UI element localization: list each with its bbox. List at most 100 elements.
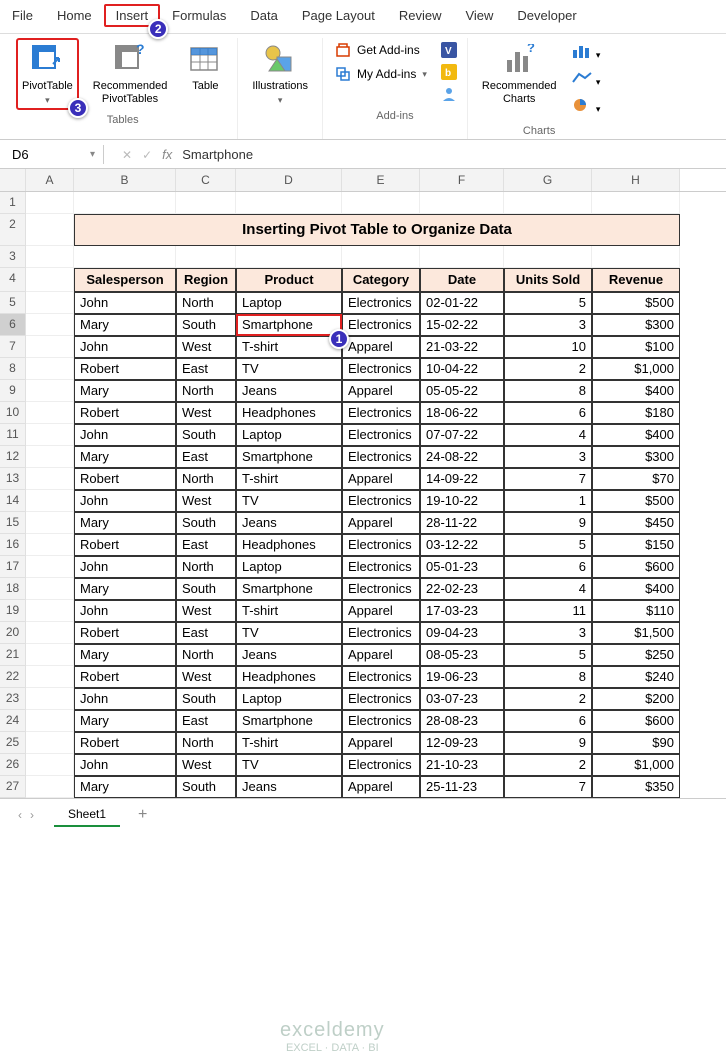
table-cell[interactable]: West (176, 402, 236, 424)
table-cell[interactable]: Smartphone1 (236, 314, 342, 336)
table-cell[interactable]: Jeans (236, 644, 342, 666)
table-cell[interactable]: Electronics (342, 710, 420, 732)
visio-icon[interactable]: V (441, 42, 457, 58)
table-cell[interactable]: 02-01-22 (420, 292, 504, 314)
table-cell[interactable]: 6 (504, 402, 592, 424)
table-cell[interactable]: West (176, 600, 236, 622)
table-cell[interactable]: 14-09-22 (420, 468, 504, 490)
table-cell[interactable]: Laptop (236, 556, 342, 578)
table-cell[interactable]: John (74, 556, 176, 578)
table-cell[interactable]: Robert (74, 622, 176, 644)
table-cell[interactable]: West (176, 490, 236, 512)
table-cell[interactable]: East (176, 622, 236, 644)
table-cell[interactable]: 07-07-22 (420, 424, 504, 446)
table-cell[interactable]: 21-10-23 (420, 754, 504, 776)
row-header[interactable]: 10 (0, 402, 26, 424)
row-header[interactable]: 23 (0, 688, 26, 710)
pivottable-button[interactable]: PivotTable ▾ 3 (16, 38, 79, 110)
table-cell[interactable]: Electronics (342, 402, 420, 424)
table-cell[interactable]: Jeans (236, 380, 342, 402)
line-chart-icon[interactable]: ▾ (572, 71, 600, 88)
table-cell[interactable]: 2 (504, 754, 592, 776)
table-cell[interactable]: $500 (592, 490, 680, 512)
table-cell[interactable]: South (176, 688, 236, 710)
table-cell[interactable]: John (74, 688, 176, 710)
table-cell[interactable]: 10 (504, 336, 592, 358)
col-header-B[interactable]: B (74, 169, 176, 191)
table-cell[interactable]: Apparel (342, 380, 420, 402)
select-all-corner[interactable] (0, 169, 26, 191)
table-cell[interactable]: $150 (592, 534, 680, 556)
table-cell[interactable]: West (176, 336, 236, 358)
get-addins-button[interactable]: Get Add-ins (331, 40, 431, 60)
pie-chart-icon[interactable]: ▾ (572, 98, 600, 115)
table-cell[interactable]: Apparel (342, 776, 420, 798)
table-cell[interactable]: $350 (592, 776, 680, 798)
table-cell[interactable]: John (74, 292, 176, 314)
table-cell[interactable]: TV (236, 358, 342, 380)
row-header[interactable]: 8 (0, 358, 26, 380)
table-cell[interactable]: TV (236, 622, 342, 644)
table-cell[interactable]: 2 (504, 358, 592, 380)
row-header[interactable]: 2 (0, 214, 26, 246)
table-cell[interactable]: $200 (592, 688, 680, 710)
table-cell[interactable]: $1,000 (592, 754, 680, 776)
table-cell[interactable]: 3 (504, 314, 592, 336)
table-cell[interactable]: 9 (504, 732, 592, 754)
table-cell[interactable]: 03-12-22 (420, 534, 504, 556)
table-cell[interactable]: John (74, 424, 176, 446)
tab-nav[interactable]: ‹› (8, 808, 44, 822)
table-cell[interactable]: West (176, 754, 236, 776)
table-cell[interactable]: Electronics (342, 578, 420, 600)
table-cell[interactable]: 12-09-23 (420, 732, 504, 754)
table-cell[interactable]: $600 (592, 556, 680, 578)
col-header-E[interactable]: E (342, 169, 420, 191)
table-cell[interactable]: Mary (74, 578, 176, 600)
illustrations-button[interactable]: Illustrations ▾ (246, 38, 314, 110)
table-cell[interactable]: T-shirt (236, 468, 342, 490)
table-cell[interactable]: Mary (74, 512, 176, 534)
menu-review[interactable]: Review (387, 4, 454, 27)
menu-data[interactable]: Data (238, 4, 289, 27)
table-cell[interactable]: John (74, 754, 176, 776)
menu-view[interactable]: View (453, 4, 505, 27)
table-cell[interactable]: $500 (592, 292, 680, 314)
table-cell[interactable]: Mary (74, 644, 176, 666)
table-cell[interactable]: 25-11-23 (420, 776, 504, 798)
table-cell[interactable]: $70 (592, 468, 680, 490)
table-cell[interactable]: 10-04-22 (420, 358, 504, 380)
table-cell[interactable]: Apparel (342, 644, 420, 666)
col-header-C[interactable]: C (176, 169, 236, 191)
table-cell[interactable]: East (176, 446, 236, 468)
table-cell[interactable]: Mary (74, 710, 176, 732)
table-cell[interactable]: $100 (592, 336, 680, 358)
table-cell[interactable]: T-shirt (236, 336, 342, 358)
table-cell[interactable]: Electronics (342, 754, 420, 776)
menu-file[interactable]: File (0, 4, 45, 27)
col-header-D[interactable]: D (236, 169, 342, 191)
menu-developer[interactable]: Developer (505, 4, 588, 27)
table-cell[interactable]: John (74, 490, 176, 512)
table-cell[interactable]: Robert (74, 468, 176, 490)
row-header[interactable]: 12 (0, 446, 26, 468)
table-cell[interactable]: East (176, 358, 236, 380)
table-cell[interactable]: 08-05-23 (420, 644, 504, 666)
my-addins-button[interactable]: My Add-ins ▾ (331, 64, 431, 84)
table-cell[interactable]: South (176, 314, 236, 336)
table-cell[interactable]: North (176, 644, 236, 666)
table-cell[interactable]: 17-03-23 (420, 600, 504, 622)
table-cell[interactable]: $300 (592, 314, 680, 336)
row-header[interactable]: 7 (0, 336, 26, 358)
table-cell[interactable]: $1,000 (592, 358, 680, 380)
col-header-G[interactable]: G (504, 169, 592, 191)
col-header-H[interactable]: H (592, 169, 680, 191)
table-cell[interactable]: T-shirt (236, 732, 342, 754)
table-cell[interactable]: 18-06-22 (420, 402, 504, 424)
table-cell[interactable]: Robert (74, 534, 176, 556)
table-cell[interactable]: Robert (74, 666, 176, 688)
table-cell[interactable]: $240 (592, 666, 680, 688)
table-cell[interactable]: Apparel (342, 512, 420, 534)
table-cell[interactable]: 05-01-23 (420, 556, 504, 578)
table-cell[interactable]: North (176, 732, 236, 754)
table-cell[interactable]: Mary (74, 380, 176, 402)
